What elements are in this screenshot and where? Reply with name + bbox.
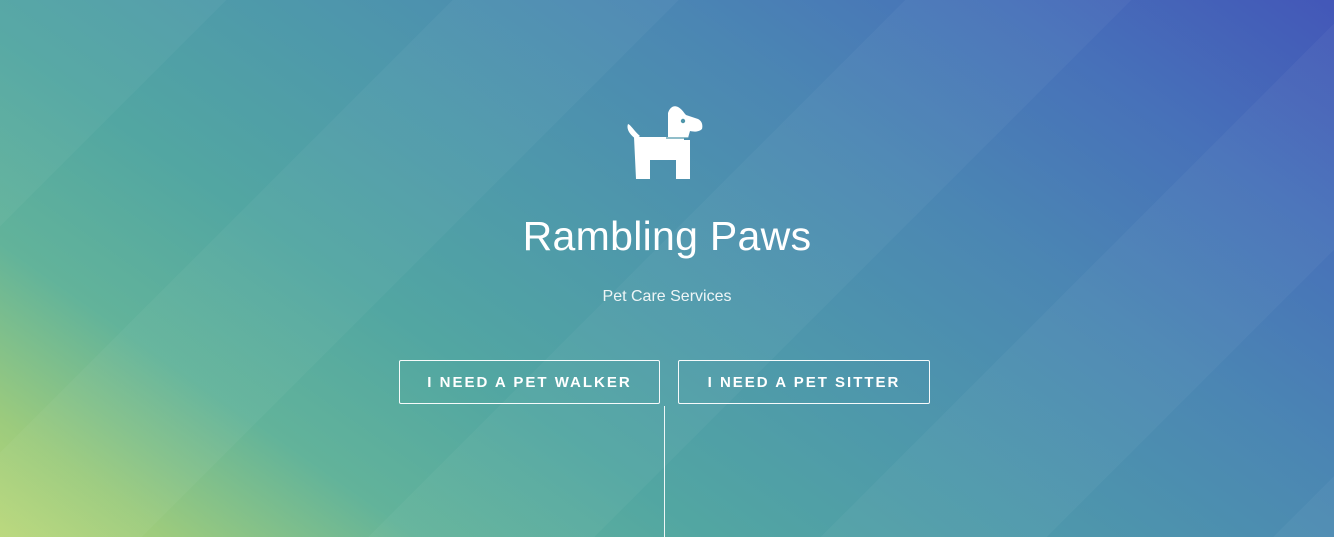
hero-section: Rambling Paws Pet Care Services I NEED A… xyxy=(0,0,1334,537)
pet-sitter-button[interactable]: I NEED A PET SITTER xyxy=(678,360,930,404)
pet-walker-button[interactable]: I NEED A PET WALKER xyxy=(399,360,660,404)
background-stripes xyxy=(0,0,1334,537)
dog-icon xyxy=(626,105,704,180)
page-title: Rambling Paws xyxy=(522,213,812,259)
page-subtitle: Pet Care Services xyxy=(602,288,732,305)
vertical-divider xyxy=(664,406,665,537)
